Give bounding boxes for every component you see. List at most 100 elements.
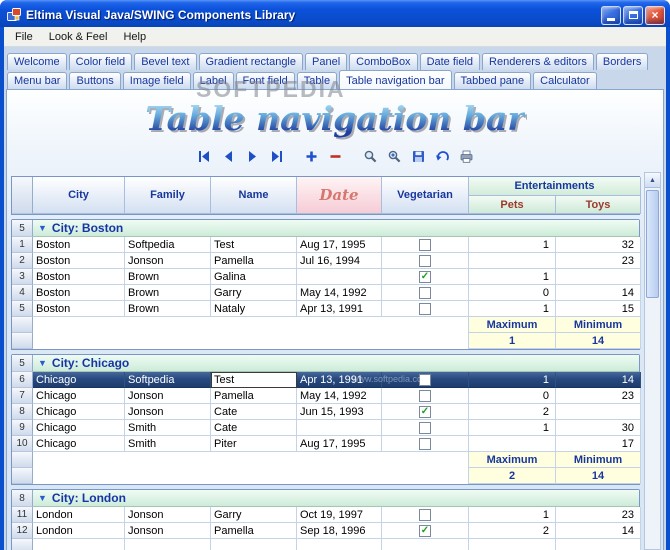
- delete-record-button[interactable]: [325, 147, 346, 166]
- cell-date[interactable]: Aug 17, 1995: [297, 237, 382, 253]
- cell-vegetarian[interactable]: ✓: [382, 269, 469, 285]
- cell-toys[interactable]: 23: [556, 507, 641, 523]
- cell-vegetarian[interactable]: ✓: [382, 523, 469, 539]
- cell-name[interactable]: Cate: [211, 404, 297, 420]
- tab-borders[interactable]: Borders: [595, 53, 649, 70]
- cell-family[interactable]: Jonson: [125, 388, 211, 404]
- group-header-bar[interactable]: ▼ City: Boston: [33, 220, 639, 237]
- tab-tabbed-pane[interactable]: Tabbed pane: [453, 72, 532, 89]
- cell-city[interactable]: Chicago: [33, 372, 125, 388]
- cell-name[interactable]: Nataly: [211, 301, 297, 317]
- cell-pets[interactable]: 1: [469, 420, 556, 436]
- cell-family[interactable]: Jonson: [125, 507, 211, 523]
- cell-name[interactable]: Test: [211, 237, 297, 253]
- column-header-date[interactable]: Date: [297, 177, 382, 214]
- tab-image-field[interactable]: Image field: [122, 72, 191, 89]
- cell-date[interactable]: Jun 15, 1993: [297, 404, 382, 420]
- minimize-button[interactable]: [601, 5, 621, 25]
- table-row[interactable]: 3 Boston Brown Galina ✓ 1: [12, 269, 641, 285]
- cell-vegetarian[interactable]: [382, 301, 469, 317]
- cell-name[interactable]: Piter: [211, 436, 297, 452]
- tab-calculator[interactable]: Calculator: [533, 72, 597, 89]
- tab-label[interactable]: Label: [192, 72, 234, 89]
- cell-name[interactable]: Garry: [211, 507, 297, 523]
- cell-date[interactable]: Sep 18, 1996: [297, 523, 382, 539]
- vegetarian-checkbox[interactable]: ✓: [419, 524, 431, 537]
- vegetarian-checkbox[interactable]: [419, 508, 431, 521]
- cell-toys[interactable]: 15: [556, 301, 641, 317]
- vegetarian-checkbox[interactable]: [419, 254, 431, 267]
- cell-pets[interactable]: 0: [469, 285, 556, 301]
- cell-date[interactable]: May 14, 1992: [297, 285, 382, 301]
- cell-city[interactable]: Chicago: [33, 388, 125, 404]
- cell-toys[interactable]: 30: [556, 420, 641, 436]
- cell-date[interactable]: Jul 16, 1994: [297, 253, 382, 269]
- menu-look-and-feel[interactable]: Look & Feel: [41, 29, 116, 45]
- tab-table-navigation-bar[interactable]: Table navigation bar: [339, 70, 452, 89]
- cell-family[interactable]: Softpedia: [125, 372, 211, 388]
- cell-toys[interactable]: [556, 404, 641, 420]
- cell-date[interactable]: May 14, 1992: [297, 388, 382, 404]
- cell-vegetarian[interactable]: [382, 372, 469, 388]
- scroll-up-button[interactable]: ▲: [645, 173, 660, 188]
- cell-city[interactable]: Boston: [33, 269, 125, 285]
- cell-pets[interactable]: 2: [469, 404, 556, 420]
- cell-date[interactable]: Aug 17, 1995: [297, 436, 382, 452]
- group-header-row[interactable]: 8 ▼ City: London: [12, 490, 639, 507]
- cell-city[interactable]: Boston: [33, 253, 125, 269]
- column-header-name[interactable]: Name: [211, 177, 297, 214]
- group-header-row[interactable]: 5 ▼ City: Boston: [12, 220, 639, 237]
- tab-color-field[interactable]: Color field: [68, 53, 133, 70]
- cell-toys[interactable]: [556, 269, 641, 285]
- vegetarian-checkbox[interactable]: [419, 286, 431, 299]
- title-bar[interactable]: Eltima Visual Java/SWING Components Libr…: [0, 0, 670, 27]
- table-row[interactable]: 2 Boston Jonson Pamella Jul 16, 1994 23: [12, 253, 641, 269]
- cell-date[interactable]: Apr 13, 1991: [297, 372, 382, 388]
- tab-menu-bar[interactable]: Menu bar: [7, 72, 68, 89]
- group-header-bar[interactable]: ▼ City: Chicago: [33, 355, 639, 372]
- table-row[interactable]: 12 London Jonson Pamella Sep 18, 1996 ✓ 2 14: [12, 523, 641, 539]
- cell-toys[interactable]: 23: [556, 388, 641, 404]
- tab-table[interactable]: Table: [296, 72, 338, 89]
- table-row[interactable]: 5 Boston Brown Nataly Apr 13, 1991 1 15: [12, 301, 641, 317]
- collapse-triangle-icon[interactable]: ▼: [38, 493, 47, 503]
- tab-welcome[interactable]: Welcome: [7, 53, 67, 70]
- cell-city[interactable]: London: [33, 507, 125, 523]
- table-row[interactable]: 6 Chicago Softpedia Test Apr 13, 1991 1 14 www.…: [12, 372, 641, 388]
- menu-file[interactable]: File: [7, 29, 41, 45]
- cell-pets[interactable]: [469, 436, 556, 452]
- cell-name[interactable]: Cate: [211, 420, 297, 436]
- tab-date-field[interactable]: Date field: [419, 53, 481, 70]
- column-header-city[interactable]: City: [33, 177, 125, 214]
- vegetarian-checkbox[interactable]: [419, 437, 431, 450]
- print-button[interactable]: [456, 147, 477, 166]
- cell-date[interactable]: [297, 420, 382, 436]
- cell-name[interactable]: Garry: [211, 285, 297, 301]
- column-header-entertainments[interactable]: Entertainments: [469, 177, 641, 196]
- tab-buttons[interactable]: Buttons: [69, 72, 121, 89]
- column-header-family[interactable]: Family: [125, 177, 211, 214]
- cell-vegetarian[interactable]: [382, 253, 469, 269]
- tab-font-field[interactable]: Font field: [235, 72, 295, 89]
- cell-toys[interactable]: 14: [556, 523, 641, 539]
- vegetarian-checkbox[interactable]: ✓: [419, 405, 431, 418]
- cell-city[interactable]: Chicago: [33, 420, 125, 436]
- collapse-triangle-icon[interactable]: ▼: [38, 223, 47, 233]
- tab-combobox[interactable]: ComboBox: [349, 53, 418, 70]
- tab-renderers-editors[interactable]: Renderers & editors: [482, 53, 594, 70]
- cell-name[interactable]: Galina: [211, 269, 297, 285]
- cell-toys[interactable]: 23: [556, 253, 641, 269]
- cell-city[interactable]: London: [33, 523, 125, 539]
- maximize-button[interactable]: [623, 5, 643, 25]
- cell-vegetarian[interactable]: [382, 237, 469, 253]
- column-header-pets[interactable]: Pets: [469, 196, 556, 214]
- vegetarian-checkbox[interactable]: [419, 421, 431, 434]
- cell-family[interactable]: Softpedia: [125, 237, 211, 253]
- cell-date[interactable]: [297, 269, 382, 285]
- column-header-vegetarian[interactable]: Vegetarian: [382, 177, 469, 214]
- column-header-toys[interactable]: Toys: [556, 196, 641, 214]
- cell-vegetarian[interactable]: [382, 436, 469, 452]
- cell-pets[interactable]: 1: [469, 507, 556, 523]
- table-row[interactable]: 8 Chicago Jonson Cate Jun 15, 1993 ✓ 2: [12, 404, 641, 420]
- save-button[interactable]: [408, 147, 429, 166]
